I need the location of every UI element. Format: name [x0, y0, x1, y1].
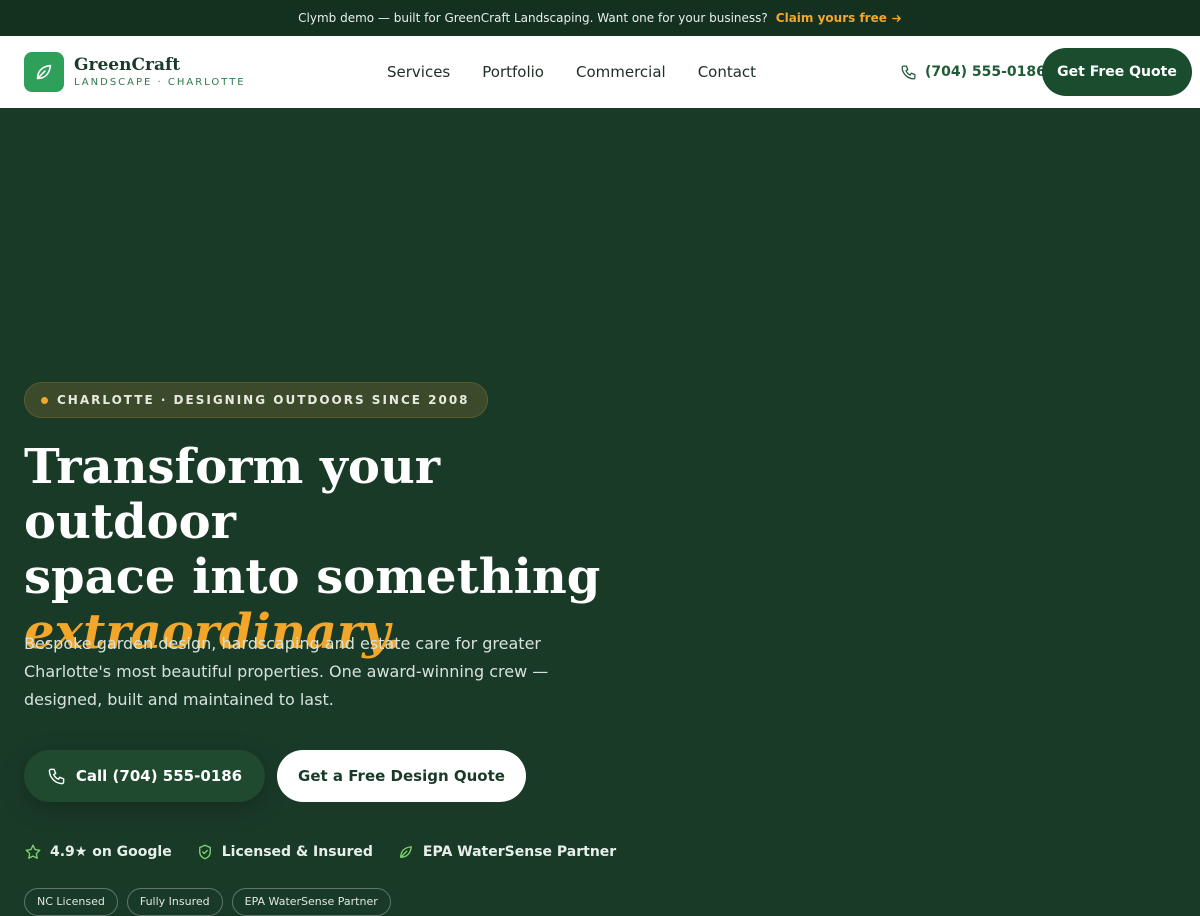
- leaf-logo-icon: [24, 52, 64, 92]
- header-phone-number: (704) 555-0186: [925, 64, 1046, 80]
- hero-badge: CHARLOTTE · DESIGNING OUTDOORS SINCE 200…: [24, 382, 488, 418]
- trust-item-licensed: Licensed & Insured: [196, 843, 373, 861]
- trust-item-google: 4.9★ on Google: [24, 843, 172, 861]
- claim-link[interactable]: Claim yours free: [776, 11, 902, 25]
- nav-commercial[interactable]: Commercial: [576, 63, 666, 81]
- pill-nc-licensed: NC Licensed: [24, 888, 118, 916]
- trust-label: EPA WaterSense Partner: [422, 844, 617, 860]
- get-free-quote-button[interactable]: Get Free Quote: [1042, 48, 1192, 96]
- headline-line-2: space into something: [24, 549, 601, 605]
- nav-contact[interactable]: Contact: [698, 63, 756, 81]
- promo-banner: Clymb demo — built for GreenCraft Landsc…: [0, 0, 1200, 36]
- logo[interactable]: GreenCraft LANDSCAPE · CHARLOTTE: [24, 52, 246, 92]
- trust-row: 4.9★ on Google Licensed & Insured EPA Wa…: [24, 838, 616, 866]
- hero-subcopy: Bespoke garden design, hardscaping and e…: [24, 634, 549, 709]
- site-header: GreenCraft LANDSCAPE · CHARLOTTE Service…: [0, 36, 1200, 108]
- phone-icon: [48, 768, 65, 784]
- pill-fully-insured: Fully Insured: [126, 888, 223, 916]
- trust-item-epa: EPA WaterSense Partner: [397, 843, 616, 861]
- nav-services[interactable]: Services: [387, 63, 450, 81]
- main-nav: Services Portfolio Commercial Contact: [387, 36, 756, 108]
- badge-dot: [41, 396, 48, 404]
- pill-epa-watersense: EPA WaterSense Partner: [231, 888, 391, 916]
- promo-text: Clymb demo — built for GreenCraft Landsc…: [298, 11, 768, 25]
- logo-name: GreenCraft: [74, 54, 181, 75]
- free-design-quote-button[interactable]: Get a Free Design Quote: [277, 750, 526, 802]
- leaf-icon: [399, 846, 412, 858]
- header-phone-link[interactable]: (704) 555-0186: [900, 36, 1046, 108]
- star-icon: [25, 844, 41, 859]
- trust-label: 4.9★ on Google: [50, 844, 172, 860]
- shield-check-icon: [198, 844, 211, 860]
- arrow-right-icon: [892, 14, 901, 22]
- claim-label: Claim yours free: [775, 11, 887, 25]
- badge-text: CHARLOTTE · DESIGNING OUTDOORS SINCE 200…: [57, 393, 470, 407]
- hero-headline: Transform your outdoor space into someth…: [24, 440, 664, 660]
- trust-label: Licensed & Insured: [221, 844, 373, 860]
- call-button-label: Call (704) 555-0186: [75, 767, 243, 785]
- certification-pills: NC Licensed Fully Insured EPA WaterSense…: [24, 888, 391, 916]
- call-button[interactable]: Call (704) 555-0186: [24, 750, 265, 802]
- logo-subtitle: LANDSCAPE · CHARLOTTE: [74, 76, 246, 88]
- headline-line-1: Transform your outdoor: [24, 439, 441, 550]
- nav-portfolio[interactable]: Portfolio: [482, 63, 544, 81]
- phone-icon: [901, 64, 916, 80]
